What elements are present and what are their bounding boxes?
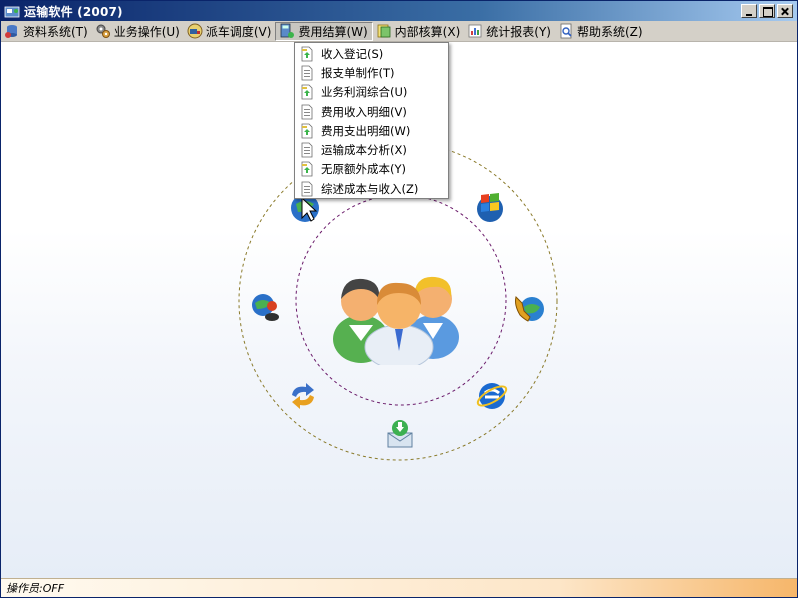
sync-arrows-icon[interactable]	[286, 379, 320, 413]
operator-status: 操作员:OFF	[6, 582, 65, 595]
dropdown-item[interactable]: 运输成本分析(X)	[295, 140, 448, 159]
calculator-icon	[281, 23, 295, 38]
ledger-icon	[377, 24, 391, 38]
report-icon	[468, 24, 482, 38]
user-globe-icon[interactable]	[249, 289, 283, 323]
internet-explorer-icon[interactable]	[475, 379, 509, 413]
dropdown-label: 收入登记(S)	[321, 46, 384, 61]
maximize-button[interactable]	[759, 4, 775, 18]
download-mail-icon[interactable]	[383, 417, 417, 451]
document-icon	[301, 162, 313, 177]
menu-label: 统计报表(Y)	[486, 24, 551, 39]
help-icon	[560, 23, 572, 39]
dropdown-item[interactable]: 无原额外成本(Y)	[295, 160, 448, 179]
window-controls	[739, 4, 793, 18]
menu-help[interactable]: 帮助系统(Z)	[555, 22, 647, 41]
dropdown-label: 运输成本分析(X)	[321, 143, 407, 158]
menu-label: 派车调度(V)	[205, 24, 272, 39]
document-icon	[301, 123, 313, 139]
dropdown-item[interactable]: 业务利润综合(U)	[295, 83, 448, 102]
dropdown-item[interactable]: 费用收入明细(V)	[295, 102, 448, 121]
main-window: 运输软件 (2007) 资料系统(T) 业务操作(U) 派车调度(V) 费用结算…	[0, 0, 798, 598]
dropdown-label: 费用支出明细(W)	[321, 123, 411, 138]
document-icon	[301, 65, 313, 81]
dropdown-label: 业务利润综合(U)	[321, 85, 408, 100]
menu-label: 资料系统(T)	[23, 24, 88, 39]
database-icon	[5, 25, 17, 38]
menu-bar: 资料系统(T) 业务操作(U) 派车调度(V) 费用结算(W) 内部核算(X) …	[1, 21, 797, 42]
dropdown-label: 无原额外成本(Y)	[321, 162, 406, 177]
document-icon	[301, 84, 313, 100]
menu-label: 业务操作(U)	[113, 24, 180, 39]
fee-settlement-dropdown: 收入登记(S) 报支单制作(T) 业务利润综合(U) 费用收入明细(V) 费用支…	[294, 42, 449, 199]
close-button[interactable]	[777, 4, 793, 18]
menu-statistics[interactable]: 统计报表(Y)	[464, 22, 555, 41]
minimize-button[interactable]	[741, 4, 757, 18]
app-icon	[4, 6, 20, 18]
dropdown-item[interactable]: 收入登记(S)	[295, 44, 448, 63]
dropdown-item[interactable]: 综述成本与收入(Z)	[295, 179, 448, 198]
menu-label: 内部核算(X)	[394, 24, 461, 39]
dropdown-label: 报支单制作(T)	[321, 65, 395, 80]
dropdown-item[interactable]: 费用支出明细(W)	[295, 121, 448, 140]
users-group-icon	[333, 276, 459, 365]
document-icon	[301, 104, 313, 119]
window-title: 运输软件 (2007)	[24, 4, 123, 19]
menu-label: 帮助系统(Z)	[576, 24, 643, 39]
truck-icon	[187, 23, 203, 39]
menu-data-system[interactable]: 资料系统(T)	[1, 22, 92, 41]
menu-fee-settlement[interactable]: 费用结算(W)	[275, 21, 373, 41]
dropdown-label: 费用收入明细(V)	[321, 104, 407, 119]
dropdown-item[interactable]: 报支单制作(T)	[295, 63, 448, 82]
phone-globe-icon[interactable]	[512, 291, 546, 325]
windows-flag-icon[interactable]	[473, 189, 507, 223]
menu-label: 费用结算(W)	[298, 24, 368, 39]
menu-internal-accounting[interactable]: 内部核算(X)	[373, 22, 465, 41]
menu-dispatch[interactable]: 派车调度(V)	[184, 22, 276, 41]
document-icon	[301, 181, 313, 197]
dropdown-label: 综述成本与收入(Z)	[321, 181, 419, 196]
status-bar: 操作员:OFF	[1, 578, 797, 597]
document-icon	[301, 142, 313, 158]
gears-icon	[96, 24, 110, 38]
title-bar[interactable]: 运输软件 (2007)	[1, 1, 797, 21]
menu-business-ops[interactable]: 业务操作(U)	[92, 22, 184, 41]
document-icon	[301, 46, 313, 62]
